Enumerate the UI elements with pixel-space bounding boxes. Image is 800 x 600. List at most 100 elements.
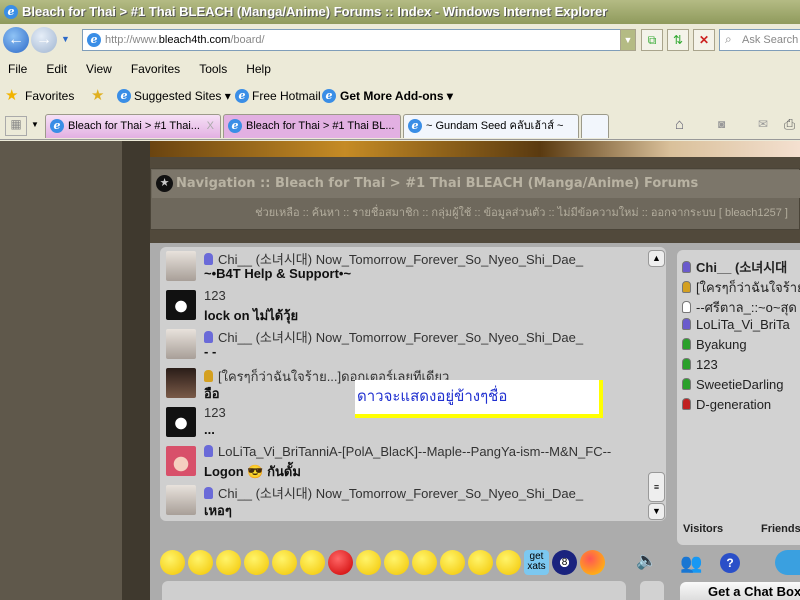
scroll-up-button[interactable]: ▲ — [648, 250, 665, 267]
emoticon-icon[interactable] — [328, 550, 353, 575]
message-text: ~•B4T Help & Support•~ — [204, 266, 352, 281]
refresh-button[interactable]: ⇅ — [667, 29, 689, 51]
suggested-sites-link[interactable]: Suggested Sites ▾ — [134, 84, 231, 108]
emoticon-icon[interactable] — [440, 550, 465, 575]
stop-button[interactable]: ✕ — [693, 29, 715, 51]
user-avatar[interactable] — [166, 446, 196, 476]
chat-scrollbar[interactable]: ▲ ≡ ▼ — [648, 250, 665, 520]
address-dropdown-button[interactable]: ▼ — [620, 29, 636, 51]
user-avatar[interactable] — [166, 407, 196, 437]
tab-friends[interactable]: Friends — [761, 523, 800, 535]
tab-bar: ▦ ▼ e Bleach for Thai > #1 Thai... X e Blea… — [0, 110, 800, 140]
tab-bleach-2[interactable]: e Bleach for Thai > #1 Thai BL... — [223, 114, 401, 138]
user-avatar[interactable] — [166, 368, 196, 398]
add-favorites-icon[interactable]: ★ — [91, 84, 104, 108]
menu-help[interactable]: Help — [246, 58, 271, 80]
visitor-tabs: Visitors Friends — [677, 520, 800, 542]
navigation-title: Navigation :: Bleach for Thai > #1 Thai … — [152, 170, 800, 198]
free-hotmail-link[interactable]: Free Hotmail — [252, 84, 321, 108]
xat-planet-icon[interactable] — [775, 550, 800, 575]
get-chat-box-button[interactable]: Get a Chat Box — [680, 582, 800, 600]
quick-tabs-icon[interactable]: ▦ — [5, 116, 27, 136]
scroll-down-button[interactable]: ▼ — [648, 503, 665, 520]
forward-button[interactable]: → — [31, 27, 57, 53]
forum-nav-links[interactable]: ช่วยเหลือ :: ค้นหา :: รายชื่อสมาชิก :: ก… — [152, 200, 788, 226]
favorites-star-icon: ★ — [5, 87, 19, 104]
emoticon-bar: get xats 8 — [160, 550, 630, 576]
send-button[interactable] — [640, 581, 664, 600]
emoticon-icon[interactable] — [496, 550, 521, 575]
menu-bar: File Edit View Favorites Tools Help — [0, 58, 800, 80]
eightball-icon[interactable]: 8 — [552, 550, 577, 575]
message-username[interactable]: 123 — [204, 405, 226, 420]
users-icon[interactable]: 👥 — [680, 553, 702, 574]
forum-banner — [150, 141, 800, 157]
page-icon: e — [87, 33, 101, 47]
visitor-item[interactable]: Chi__ (소녀시대 — [682, 257, 787, 276]
user-avatar[interactable] — [166, 290, 196, 320]
emoticon-icon[interactable] — [188, 550, 213, 575]
history-dropdown-icon[interactable]: ▼ — [61, 34, 70, 44]
help-icon[interactable]: ? — [720, 553, 740, 573]
message-username[interactable]: Chi__ (소녀시대) Now_Tomorrow_Forever_So_Nye… — [204, 483, 583, 502]
message-username[interactable]: Chi__ (소녀시대) Now_Tomorrow_Forever_So_Nye… — [204, 327, 583, 346]
ie-site-icon: e — [117, 89, 131, 103]
tab-bleach-active[interactable]: e Bleach for Thai > #1 Thai... X — [45, 114, 221, 138]
emoticon-icon[interactable] — [412, 550, 437, 575]
visitor-item[interactable]: 123 — [682, 357, 718, 372]
menu-view[interactable]: View — [86, 58, 112, 80]
user-pawn-icon — [682, 398, 691, 410]
user-avatar[interactable] — [166, 485, 196, 515]
emoticon-icon[interactable] — [160, 550, 185, 575]
home-icon[interactable]: ⌂ — [675, 116, 684, 133]
tab-gundam-seed[interactable]: e ~ Gundam Seed คลับเฮ้าส์ ~ — [403, 114, 579, 138]
menu-file[interactable]: File — [8, 58, 27, 80]
page-icon: e — [235, 89, 249, 103]
emoticon-icon[interactable] — [384, 550, 409, 575]
annotation-note: ดาวจะแสดงอยู่ข้างๆชื่อ — [355, 380, 603, 418]
visitor-item[interactable]: [ใครๆก็ว่าฉันใจร้าย — [682, 277, 800, 298]
tab-list-dropdown-icon[interactable]: ▼ — [31, 120, 39, 129]
print-icon[interactable]: ⎙ — [784, 116, 795, 133]
compatibility-view-button[interactable]: ⧉ — [641, 29, 663, 51]
visitor-item[interactable]: LoLiTa_Vi_BriTa — [682, 317, 790, 332]
tab-visitors[interactable]: Visitors — [683, 523, 723, 535]
user-pawn-icon — [682, 318, 691, 330]
back-button[interactable]: ← — [3, 27, 29, 53]
page-left-border — [122, 141, 150, 600]
feeds-icon[interactable]: ◙ — [718, 117, 725, 131]
message-text: Logon 😎 กันดั้ม — [204, 464, 301, 479]
emoticon-icon[interactable] — [468, 550, 493, 575]
emoticon-icon[interactable] — [272, 550, 297, 575]
visitor-item[interactable]: Byakung — [682, 337, 747, 352]
more-emoticons-icon[interactable] — [580, 550, 605, 575]
visitor-item[interactable]: SweetieDarling — [682, 377, 783, 392]
menu-tools[interactable]: Tools — [199, 58, 227, 80]
address-bar[interactable]: http://www.bleach4th.com/board/ — [82, 29, 636, 51]
chat-message-input[interactable] — [162, 581, 626, 600]
sound-icon[interactable]: 🔈 — [636, 551, 657, 571]
get-more-addons-link[interactable]: Get More Add-ons ▾ — [340, 84, 453, 108]
menu-favorites[interactable]: Favorites — [131, 58, 180, 80]
visitor-item[interactable]: --ศรีตาล_::~o~สุด — [682, 297, 797, 318]
user-pawn-icon — [682, 358, 691, 370]
get-xats-icon[interactable]: get xats — [524, 550, 549, 575]
menu-edit[interactable]: Edit — [46, 58, 67, 80]
new-tab-button[interactable] — [581, 114, 609, 138]
message-text: lock on ไม่ได้วุ้ย — [204, 308, 299, 323]
scroll-thumb[interactable]: ≡ — [648, 472, 665, 502]
message-username[interactable]: LoLiTa_Vi_BriTanniA-[PolA_BlacK]--Maple-… — [204, 444, 611, 459]
ie-tab-icon: e — [228, 119, 242, 133]
message-username[interactable]: 123 — [204, 288, 226, 303]
emoticon-icon[interactable] — [244, 550, 269, 575]
user-avatar[interactable] — [166, 329, 196, 359]
visitor-item[interactable]: D-generation — [682, 397, 771, 412]
close-tab-icon[interactable]: X — [207, 115, 214, 137]
user-pawn-icon — [682, 301, 691, 313]
emoticon-icon[interactable] — [216, 550, 241, 575]
mail-icon[interactable]: ✉ — [758, 117, 768, 131]
emoticon-icon[interactable] — [356, 550, 381, 575]
emoticon-icon[interactable] — [300, 550, 325, 575]
user-avatar[interactable] — [166, 251, 196, 281]
favorites-button[interactable]: Favorites — [25, 84, 74, 108]
